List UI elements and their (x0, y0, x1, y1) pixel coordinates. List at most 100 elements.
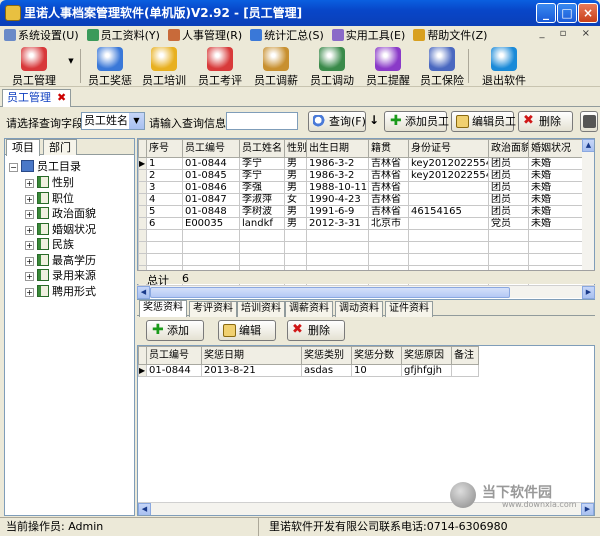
table-cell[interactable]: 团员 (488, 205, 529, 218)
table-cell[interactable] (408, 217, 489, 230)
table-cell[interactable]: 6 (146, 217, 183, 230)
table-cell[interactable]: 吉林省 (368, 157, 409, 170)
table-cell[interactable]: E00035 (182, 217, 240, 230)
table-cell[interactable]: 01-0847 (182, 193, 240, 206)
table-cell[interactable]: 团员 (488, 193, 529, 206)
table-row[interactable]: 4 01-0847 李淑萍女 1990-4-23 吉林省 团员 未婚 (138, 193, 584, 206)
table-cell[interactable]: 1991-6-9 (306, 205, 369, 218)
tree-item[interactable]: + 录用来源 (25, 268, 96, 284)
table-cell[interactable]: key2012022554 (408, 169, 489, 182)
table-cell[interactable]: 1986-3-2 (306, 157, 369, 170)
delete-employee-button[interactable]: ✖ 删除 (518, 111, 573, 132)
tree-item[interactable]: + 职位 (25, 191, 74, 207)
table-cell[interactable]: 李树波 (239, 205, 285, 218)
sort-arrow-icon[interactable]: ↓ (369, 113, 379, 127)
tree-root[interactable]: − 员工目录 (9, 159, 81, 175)
toolbar-button[interactable]: 员工管理 (4, 45, 64, 87)
table-cell[interactable]: 未婚 (528, 169, 584, 182)
column-header[interactable]: 奖惩日期 (201, 346, 302, 365)
table-row[interactable]: 3 01-0846 李强男 1988-10-11 吉林省 团员 未婚 (138, 181, 584, 194)
table-cell[interactable]: 1990-4-23 (306, 193, 369, 206)
table-cell[interactable]: 未婚 (528, 181, 584, 194)
table-cell[interactable]: 1 (146, 157, 183, 170)
table-cell[interactable]: 5 (146, 205, 183, 218)
detail-delete-button[interactable]: ✖ 删除 (287, 320, 345, 341)
table-row[interactable]: 5 01-0848 李树波男 1991-6-9 吉林省 46154165 团员 未婚 (138, 205, 584, 218)
expand-icon[interactable]: + (25, 256, 34, 266)
table-row[interactable]: ▶ 1 01-0844 李宁男 1986-3-2 吉林省 key2012022554 团员 未婚 (138, 157, 584, 170)
table-cell[interactable]: asdas (301, 364, 352, 377)
table-cell[interactable]: 01-0845 (182, 169, 240, 182)
column-header[interactable]: 婚姻状况 (528, 139, 584, 158)
menu-item[interactable]: 实用工具(E) (328, 26, 410, 45)
scroll-left-icon[interactable]: ◀ (137, 286, 150, 299)
table-cell[interactable]: 01-0848 (182, 205, 240, 218)
tree-item[interactable]: + 婚姻状况 (25, 222, 96, 238)
toolbar-button[interactable]: 员工奖惩 (84, 45, 136, 87)
table-cell[interactable]: 未婚 (528, 157, 584, 170)
table-cell[interactable]: 吉林省 (368, 193, 409, 206)
query-button[interactable]: 查询(F) (308, 111, 366, 132)
table-cell[interactable] (408, 181, 489, 194)
horizontal-scrollbar[interactable]: ◀ ▶ (137, 285, 595, 299)
row-indicator[interactable] (138, 169, 147, 182)
maximize-button[interactable]: □ (557, 3, 577, 23)
print-button[interactable] (580, 111, 598, 132)
table-cell[interactable]: 未婚 (528, 193, 584, 206)
table-cell[interactable]: 2 (146, 169, 183, 182)
table-cell[interactable]: 男 (284, 157, 307, 170)
detail-tab[interactable]: 培训资料 (237, 301, 285, 317)
column-header[interactable]: 员工姓名 (239, 139, 285, 158)
table-cell[interactable]: gfjhfgjh (401, 364, 452, 377)
table-cell[interactable]: 北京市 (368, 217, 409, 230)
table-row[interactable]: 2 01-0845 李宁男 1986-3-2 吉林省 key2012022554 团员 未婚 (138, 169, 584, 182)
table-cell[interactable]: 未婚 (528, 205, 584, 218)
scroll-right-icon[interactable]: ▶ (582, 286, 595, 299)
table-cell[interactable]: 4 (146, 193, 183, 206)
table-cell[interactable]: 46154165 (408, 205, 489, 218)
detail-tab[interactable]: 考评资料 (189, 301, 237, 317)
table-cell[interactable]: 女 (284, 193, 307, 206)
table-cell[interactable]: landkf (239, 217, 285, 230)
table-cell[interactable]: 男 (284, 205, 307, 218)
tree-item[interactable]: + 最高学历 (25, 253, 96, 269)
table-cell[interactable]: 团员 (488, 181, 529, 194)
table-cell[interactable]: 李宁 (239, 169, 285, 182)
column-header[interactable]: 政治面貌 (488, 139, 529, 158)
table-cell[interactable]: 团员 (488, 169, 529, 182)
tree-item[interactable]: + 政治面貌 (25, 206, 96, 222)
table-cell[interactable]: 01-0844 (182, 157, 240, 170)
scroll-left-icon[interactable]: ◀ (138, 503, 151, 515)
column-header[interactable]: 奖惩原因 (401, 346, 452, 365)
detail-tab[interactable]: 奖惩资料 (139, 300, 187, 317)
column-header[interactable]: 奖惩类别 (301, 346, 352, 365)
row-indicator[interactable] (138, 205, 147, 218)
tab-close-icon[interactable]: ✖ (57, 91, 66, 104)
toolbar-button[interactable]: 员工培训 (138, 45, 190, 87)
table-cell[interactable]: 吉林省 (368, 205, 409, 218)
edit-employee-button[interactable]: 编辑员工 (451, 111, 516, 132)
table-cell[interactable]: 李强 (239, 181, 285, 194)
expand-icon[interactable]: + (25, 210, 34, 219)
table-cell[interactable]: 李淑萍 (239, 193, 285, 206)
toolbar-button[interactable]: 退出软件 (474, 45, 534, 87)
table-cell[interactable]: 男 (284, 217, 307, 230)
tree-item[interactable]: + 聘用形式 (25, 284, 96, 300)
tree-item[interactable]: + 民族 (25, 237, 74, 253)
menu-item[interactable]: 统计汇总(S) (246, 26, 328, 45)
table-cell[interactable]: 10 (351, 364, 402, 377)
table-cell[interactable]: 吉林省 (368, 181, 409, 194)
table-cell[interactable]: 2012-3-31 (306, 217, 369, 230)
table-cell[interactable]: 01-0844 (146, 364, 202, 377)
chevron-down-icon[interactable]: ▼ (129, 113, 144, 129)
tab-department[interactable]: 部门 (43, 139, 77, 155)
table-row[interactable]: 6 E00035 landkf 男 2012-3-31 北京市 党员 未婚 (138, 217, 584, 230)
toolbar-button[interactable]: 员工考评 (194, 45, 246, 87)
table-cell[interactable]: key2012022554 (408, 157, 489, 170)
table-cell[interactable]: 男 (284, 181, 307, 194)
column-header[interactable]: 籍贯 (368, 139, 409, 158)
expand-icon[interactable]: + (25, 241, 34, 250)
table-cell[interactable]: 男 (284, 169, 307, 182)
menu-item[interactable]: 系统设置(U) (0, 26, 83, 45)
toolbar-button[interactable]: 员工保险 (416, 45, 468, 87)
